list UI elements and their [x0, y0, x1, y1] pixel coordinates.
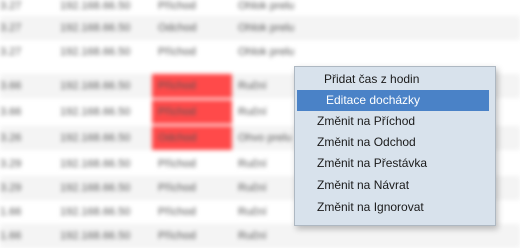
cell-desc: Ruční [238, 182, 267, 194]
cell-ip: 192.168.66.50 [60, 230, 131, 242]
cell-type: Příchod [158, 106, 196, 118]
cell-desc: Ohvo prelu [238, 132, 292, 144]
cell-desc: Ohlok prelu [238, 46, 295, 58]
menu-item-0[interactable]: Přidat čas z hodin [295, 69, 495, 90]
cell-ip: 192.168.66.50 [60, 132, 131, 144]
table-row[interactable]: 3.27 192.168.66.50 Příchod Ohlok prelu [0, 40, 520, 64]
cell-type: Odchod [158, 132, 197, 144]
cell-desc: Ruční [238, 158, 267, 170]
cell-type: Příchod [158, 230, 196, 242]
cell-desc: Ruční [238, 106, 267, 118]
cell-ip: 192.168.66.50 [60, 80, 131, 92]
menu-item-4[interactable]: Změnit na Přestávka [295, 153, 495, 174]
cell-ip: 192.168.66.50 [60, 46, 131, 58]
cell-desc: Ruční [238, 206, 267, 218]
cell-type: Příchod [158, 182, 196, 194]
menu-item-1[interactable]: Editace docházky [297, 90, 489, 111]
menu-item-5[interactable]: Změnit na Návrat [295, 175, 495, 196]
cell-ip: 192.168.66.50 [60, 0, 131, 12]
cell-ip: 192.168.66.50 [60, 182, 131, 194]
cell-time: 3.27 [0, 22, 22, 34]
cell-type: Odchod [158, 22, 197, 34]
cell-type: Příchod [158, 0, 196, 12]
cell-type: Příchod [158, 46, 196, 58]
cell-type: Příchod [158, 206, 196, 218]
cell-time: 3.26 [0, 132, 22, 144]
menu-item-6[interactable]: Změnit na Ignorovat [295, 197, 495, 218]
cell-time: 3.66 [0, 80, 22, 92]
cell-ip: 192.168.66.50 [60, 22, 131, 34]
menu-item-2[interactable]: Změnit na Příchod [295, 111, 495, 132]
cell-desc: Ohlok prelu [238, 0, 295, 12]
cell-type: Příchod [158, 80, 196, 92]
table-row[interactable]: 3.27 192.168.66.50 Odchod Ohlok prelu [0, 16, 520, 40]
cell-time: 3.27 [0, 46, 22, 58]
cell-time: 3.29 [0, 158, 22, 170]
context-menu: Přidat čas z hodin Editace docházky Změnit… [294, 66, 496, 226]
cell-desc: Ruční [238, 80, 267, 92]
cell-desc: Ohlok prelu [238, 22, 295, 34]
cell-ip: 192.168.66.50 [60, 106, 131, 118]
cell-ip: 192.168.66.50 [60, 158, 131, 170]
cell-desc: Ruční [238, 230, 267, 242]
cell-time: 3.66 [0, 106, 22, 118]
cell-time: 1.66 [0, 206, 22, 218]
cell-time: 3.29 [0, 182, 22, 194]
cell-time: 1.66 [0, 230, 22, 242]
cell-ip: 192.168.66.50 [60, 206, 131, 218]
cell-type: Příchod [158, 158, 196, 170]
menu-item-3[interactable]: Změnit na Odchod [295, 132, 495, 153]
cell-time: 3.27 [0, 0, 22, 12]
table-row[interactable]: 1.66 192.168.66.50 Příchod Ruční [0, 224, 520, 248]
